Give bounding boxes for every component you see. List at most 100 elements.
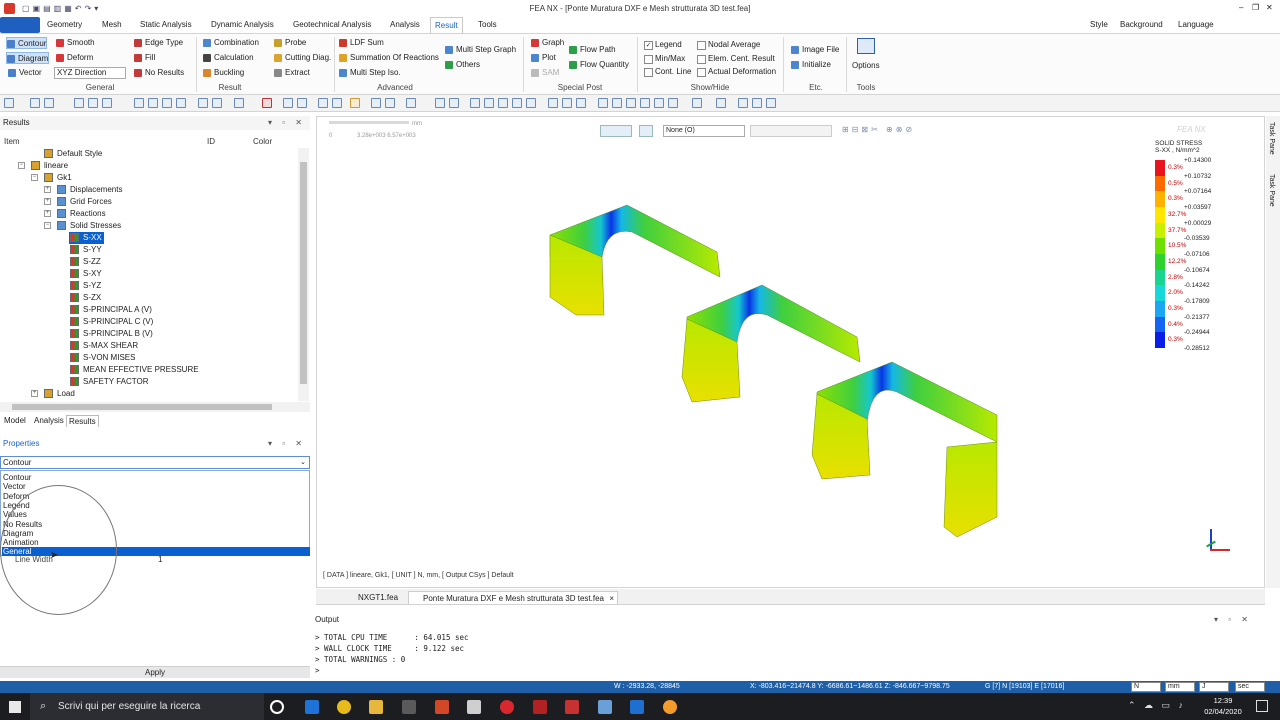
doc-tab-ponte-muratura[interactable]: Ponte Muratura DXF e Mesh strutturata 3D…: [408, 591, 618, 604]
others-dropdown[interactable]: Others: [445, 59, 480, 71]
toolbar-icon[interactable]: [385, 98, 395, 108]
zoom-out-icon[interactable]: [449, 98, 459, 108]
min-max-checkbox[interactable]: Min/Max: [644, 53, 685, 65]
column-header-id[interactable]: ID: [207, 136, 215, 148]
toolbar-icon[interactable]: [198, 98, 208, 108]
tree-item[interactable]: S-XY: [69, 268, 102, 280]
tree-scroll-thumb[interactable]: [300, 162, 307, 384]
tree-item[interactable]: Default Style: [43, 148, 102, 160]
summation-reactions-button[interactable]: Summation Of Reactions: [339, 52, 439, 64]
task-pane-strip[interactable]: Task Pane Task Pane: [1266, 116, 1280, 588]
toolbar-icon[interactable]: [234, 98, 244, 108]
close-window-button[interactable]: ✕: [1266, 3, 1273, 12]
column-header-item[interactable]: Item: [4, 136, 20, 148]
properties-category-select[interactable]: Contour ⌄: [0, 456, 310, 469]
toolbar-icon[interactable]: [484, 98, 494, 108]
taskbar-app-icon[interactable]: [598, 700, 612, 714]
toolbar-icon[interactable]: [148, 98, 158, 108]
multi-step-graph-button[interactable]: Multi Step Graph: [445, 44, 516, 56]
viewport-toolbar-icons[interactable]: ⊞⊟⊠✂ ⊕⊗⊘: [842, 125, 952, 137]
tree-item[interactable]: SAFETY FACTOR: [69, 376, 149, 388]
tree-expander-icon[interactable]: −: [18, 162, 25, 169]
tree-item[interactable]: lineare: [30, 160, 68, 172]
toolbar-icon[interactable]: [562, 98, 572, 108]
panel-controls-icon[interactable]: ▾ ▫ ✕: [268, 437, 306, 451]
tree-item[interactable]: S-ZZ: [69, 256, 101, 268]
toolbar-icon[interactable]: [4, 98, 14, 108]
flow-path-button[interactable]: Flow Path: [569, 44, 616, 56]
deform-dropdown[interactable]: Deform: [56, 52, 93, 64]
apply-button[interactable]: Apply: [0, 666, 310, 678]
toolbar-icon[interactable]: [332, 98, 342, 108]
tree-item[interactable]: S-XX: [69, 232, 104, 244]
system-tray-icons[interactable]: ⌃ ☁ ▭ ♪: [1128, 700, 1186, 711]
initialize-button[interactable]: Initialize: [791, 59, 831, 71]
dropdown-option[interactable]: Contour: [2, 473, 310, 482]
toolbar-icon[interactable]: [30, 98, 40, 108]
unit-length-select[interactable]: mm: [1165, 682, 1195, 692]
tree-item[interactable]: S-PRINCIPAL B (V): [69, 328, 153, 340]
toolbar-icon[interactable]: [44, 98, 54, 108]
taskbar-search[interactable]: ⌕ Scrivi qui per eseguire la ricerca: [30, 693, 264, 720]
view-icon[interactable]: [598, 98, 608, 108]
toolbar-icon[interactable]: [88, 98, 98, 108]
fill-dropdown[interactable]: Fill: [134, 52, 155, 64]
close-tab-icon[interactable]: ×: [609, 592, 614, 605]
tree-item[interactable]: MEAN EFFECTIVE PRESSURE: [69, 364, 199, 376]
bridge-model[interactable]: [542, 197, 1042, 547]
no-results-dropdown[interactable]: No Results: [134, 67, 184, 79]
opera-icon[interactable]: [500, 700, 514, 714]
tab-geometry[interactable]: Geometry: [43, 17, 86, 33]
options-button[interactable]: Options: [852, 61, 880, 70]
cube-icon[interactable]: [766, 98, 776, 108]
contour-button[interactable]: Contour: [6, 37, 48, 49]
toolbar-icon[interactable]: [406, 98, 416, 108]
view-icon[interactable]: [654, 98, 664, 108]
tab-mesh[interactable]: Mesh: [98, 17, 126, 33]
taskbar-app-icon[interactable]: [630, 700, 644, 714]
tree-item[interactable]: S-YY: [69, 244, 102, 256]
sam-button[interactable]: SAM: [531, 67, 559, 79]
tab-model[interactable]: Model: [2, 415, 28, 427]
extract-button[interactable]: Extract: [274, 67, 310, 79]
toolbar-icon[interactable]: [212, 98, 222, 108]
minimize-button[interactable]: –: [1239, 3, 1243, 12]
legend-checkbox[interactable]: Legend: [644, 39, 682, 51]
task-pane-tab[interactable]: Task Pane: [1268, 122, 1275, 155]
fea-nx-taskbar-icon[interactable]: [565, 700, 579, 714]
plot-button[interactable]: Plot: [531, 52, 556, 64]
tab-result[interactable]: Result: [430, 17, 463, 33]
ldf-sum-button[interactable]: LDF Sum: [339, 37, 384, 49]
toolbar-icon[interactable]: [371, 98, 381, 108]
toolbar-icon[interactable]: [470, 98, 480, 108]
taskbar-app-icon[interactable]: [533, 700, 547, 714]
tree-item[interactable]: Grid Forces: [56, 196, 112, 208]
toolbar-icon[interactable]: [102, 98, 112, 108]
cube-icon[interactable]: [738, 98, 748, 108]
view-select-dropdown[interactable]: None (O): [663, 125, 745, 137]
toolbar-icon[interactable]: [548, 98, 558, 108]
toolbar-icon[interactable]: [176, 98, 186, 108]
toolbar-icon[interactable]: [318, 98, 328, 108]
diagram-button[interactable]: Diagram: [6, 52, 50, 64]
toolbar-icon[interactable]: [162, 98, 172, 108]
xyz-direction-select[interactable]: XYZ Direction: [54, 67, 126, 79]
image-file-button[interactable]: Image File: [791, 44, 839, 56]
background-menu[interactable]: Background: [1116, 17, 1167, 33]
column-header-color[interactable]: Color: [253, 136, 272, 148]
panel-controls-icon[interactable]: ▾ ▫ ✕: [1214, 615, 1252, 624]
cube-icon[interactable]: [692, 98, 702, 108]
style-menu[interactable]: Style: [1086, 17, 1112, 33]
view-tools-icon[interactable]: [600, 125, 632, 137]
vector-button[interactable]: Vector: [8, 67, 42, 79]
buckling-button[interactable]: Buckling: [203, 67, 244, 79]
powerpoint-icon[interactable]: [435, 700, 449, 714]
app-menu-button[interactable]: [0, 17, 40, 33]
tab-geotechnical-analysis[interactable]: Geotechnical Analysis: [289, 17, 375, 33]
multi-step-iso-button[interactable]: Multi Step Iso.: [339, 67, 401, 79]
taskbar-app-icon[interactable]: [402, 700, 416, 714]
tab-results-panel[interactable]: Results: [66, 415, 99, 427]
taskbar-app-icon[interactable]: [467, 700, 481, 714]
unit-energy-select[interactable]: J: [1199, 682, 1229, 692]
windows-start-icon[interactable]: [9, 701, 21, 713]
